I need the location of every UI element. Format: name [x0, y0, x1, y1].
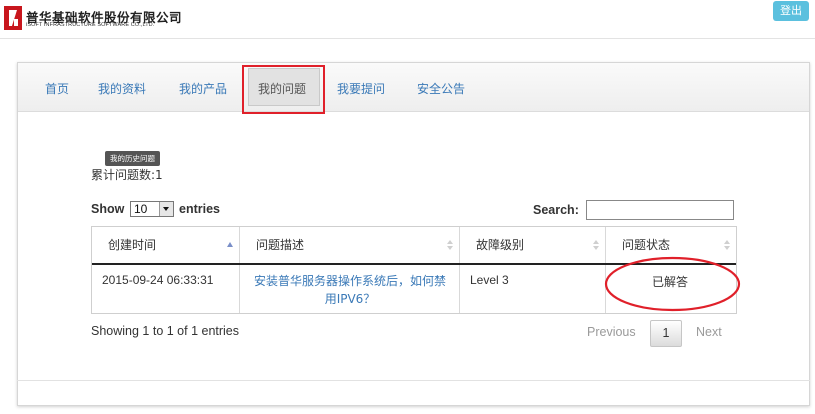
company-name-en: iSOFT INFRASTRUCTURE SOFTWARE CO.,LTD.: [26, 22, 155, 28]
nav-item-home[interactable]: 首页: [45, 63, 69, 111]
sort-ascending-icon: [227, 242, 233, 247]
cell-created-time: 2015-09-24 06:33:31: [92, 265, 240, 313]
question-count: 累计问题数:1: [91, 168, 163, 182]
nav-bar: 首页 我的资料 我的产品 我的问题 我要提问 安全公告: [18, 63, 809, 112]
sort-both-icon: [447, 240, 453, 250]
page-size-value: 10: [134, 202, 148, 216]
nav-item-my-profile[interactable]: 我的资料: [98, 63, 146, 111]
search-label: Search:: [533, 203, 579, 217]
column-header-created-time[interactable]: 创建时间: [92, 227, 240, 263]
nav-item-ask-question[interactable]: 我要提问: [337, 63, 385, 111]
top-bar: 普华基础软件股份有限公司 iSOFT INFRASTRUCTURE SOFTWA…: [0, 0, 815, 39]
nav-item-security-notice[interactable]: 安全公告: [417, 63, 465, 111]
entries-label: entries: [179, 202, 220, 216]
history-tooltip: 我的历史问题: [105, 151, 160, 166]
cell-description: 安装普华服务器操作系统后，如何禁 用IPV6？: [240, 265, 460, 313]
annotation-ellipse: [604, 256, 741, 312]
sort-both-icon: [724, 240, 730, 250]
nav-item-my-products[interactable]: 我的产品: [179, 63, 227, 111]
sort-both-icon: [593, 240, 599, 250]
pagination-info: Showing 1 to 1 of 1 entries: [91, 324, 240, 338]
dropdown-arrow-icon[interactable]: [159, 202, 173, 216]
cell-level: Level 3: [460, 265, 606, 313]
annotation-box: [242, 65, 325, 114]
logout-button[interactable]: 登出: [773, 1, 809, 21]
current-page-button[interactable]: 1: [650, 320, 682, 347]
column-header-level[interactable]: 故障级别: [460, 227, 606, 263]
previous-page-button[interactable]: Previous: [587, 325, 636, 339]
page-size-select[interactable]: 10: [130, 201, 174, 217]
next-page-button[interactable]: Next: [696, 325, 722, 339]
column-header-description[interactable]: 问题描述: [240, 227, 460, 263]
company-logo-icon: [4, 6, 22, 30]
search-input[interactable]: [586, 200, 734, 220]
question-link[interactable]: 安装普华服务器操作系统后，如何禁 用IPV6？: [250, 272, 450, 308]
show-label: Show: [91, 202, 125, 216]
footer-divider: [17, 380, 810, 381]
